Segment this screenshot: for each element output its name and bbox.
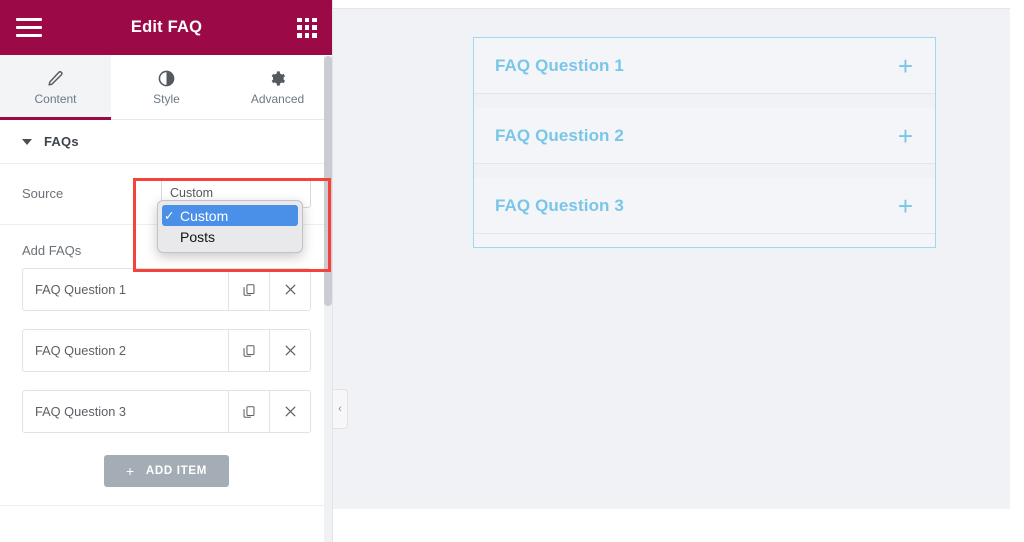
preview-faq-gap <box>474 164 935 178</box>
plus-icon: + <box>125 463 135 479</box>
dropdown-option-custom-label: Custom <box>180 207 229 224</box>
sidebar-scrollbar-track[interactable] <box>324 56 332 542</box>
plus-icon[interactable]: + <box>898 53 913 79</box>
panel-collapse-handle[interactable]: ‹ <box>333 389 348 429</box>
repeater-row: FAQ Question 3 <box>22 390 311 433</box>
preview-canvas-surface: ‹ FAQ Question 1 + FAQ Question 2 + FAQ … <box>333 8 1010 509</box>
source-label: Source <box>22 185 64 201</box>
dropdown-option-posts-label: Posts <box>180 228 216 245</box>
faq-widget-preview[interactable]: FAQ Question 1 + FAQ Question 2 + FAQ Qu… <box>473 37 936 248</box>
dropdown-option-custom[interactable]: ✓ Custom <box>162 205 298 226</box>
editor-window: Edit FAQ Content Style Advanced FAQs Sou… <box>0 0 1024 542</box>
preview-faq-item: FAQ Question 1 + <box>474 38 935 94</box>
half-circle-contrast-icon <box>158 69 175 87</box>
repeater-row: FAQ Question 1 <box>22 268 311 311</box>
preview-faq-header[interactable]: FAQ Question 1 + <box>474 38 935 93</box>
gear-icon <box>269 69 286 87</box>
close-icon[interactable] <box>269 330 310 371</box>
copy-icon[interactable] <box>228 391 269 432</box>
preview-faq-item: FAQ Question 2 + <box>474 108 935 164</box>
preview-faq-question: FAQ Question 1 <box>495 55 624 75</box>
tab-advanced[interactable]: Advanced <box>222 55 333 119</box>
add-item-row: + ADD ITEM <box>0 451 333 505</box>
preview-faq-question: FAQ Question 2 <box>495 125 624 145</box>
panel-tabs: Content Style Advanced <box>0 55 333 120</box>
repeater-row-title[interactable]: FAQ Question 1 <box>23 269 228 310</box>
tab-content-label: Content <box>34 92 77 106</box>
repeater-row-title[interactable]: FAQ Question 3 <box>23 391 228 432</box>
close-icon[interactable] <box>269 269 310 310</box>
preview-faq-header[interactable]: FAQ Question 2 + <box>474 108 935 163</box>
source-select-value: Custom <box>170 186 214 200</box>
panel-title: Edit FAQ <box>130 18 203 36</box>
repeater-row-title[interactable]: FAQ Question 2 <box>23 330 228 371</box>
preview-canvas: ‹ FAQ Question 1 + FAQ Question 2 + FAQ … <box>333 0 1024 542</box>
tab-style-label: Style <box>153 92 180 106</box>
caret-down-icon <box>22 138 32 145</box>
tab-content[interactable]: Content <box>0 55 111 120</box>
editor-sidebar-panel: Edit FAQ Content Style Advanced FAQs Sou… <box>0 0 333 542</box>
source-select-dropdown[interactable]: ✓ Custom Posts <box>157 200 303 253</box>
tab-style[interactable]: Style <box>111 55 222 119</box>
section-faqs-header[interactable]: FAQs <box>0 120 333 164</box>
preview-faq-gap <box>474 94 935 108</box>
panel-divider <box>0 505 333 506</box>
repeater-row: FAQ Question 2 <box>22 329 311 372</box>
dropdown-option-posts[interactable]: Posts <box>158 226 302 247</box>
add-item-label: ADD ITEM <box>145 465 208 477</box>
panel-header: Edit FAQ <box>0 0 333 55</box>
preview-faq-header[interactable]: FAQ Question 3 + <box>474 178 935 233</box>
faq-repeater: FAQ Question 1 FAQ Question 2 FAQ Questi… <box>0 268 333 433</box>
copy-icon[interactable] <box>228 269 269 310</box>
section-faqs-title: FAQs <box>44 134 79 149</box>
plus-icon[interactable]: + <box>898 193 913 219</box>
close-icon[interactable] <box>269 391 310 432</box>
tab-advanced-label: Advanced <box>250 92 305 106</box>
pencil-icon <box>47 69 64 87</box>
grid-apps-icon[interactable] <box>297 17 317 38</box>
copy-icon[interactable] <box>228 330 269 371</box>
plus-icon[interactable]: + <box>898 123 913 149</box>
preview-faq-question: FAQ Question 3 <box>495 195 624 215</box>
add-item-button[interactable]: + ADD ITEM <box>103 455 230 487</box>
preview-faq-tail <box>474 234 935 247</box>
sidebar-scrollbar-thumb[interactable] <box>324 56 332 306</box>
check-icon: ✓ <box>164 209 175 223</box>
preview-faq-item: FAQ Question 3 + <box>474 178 935 234</box>
